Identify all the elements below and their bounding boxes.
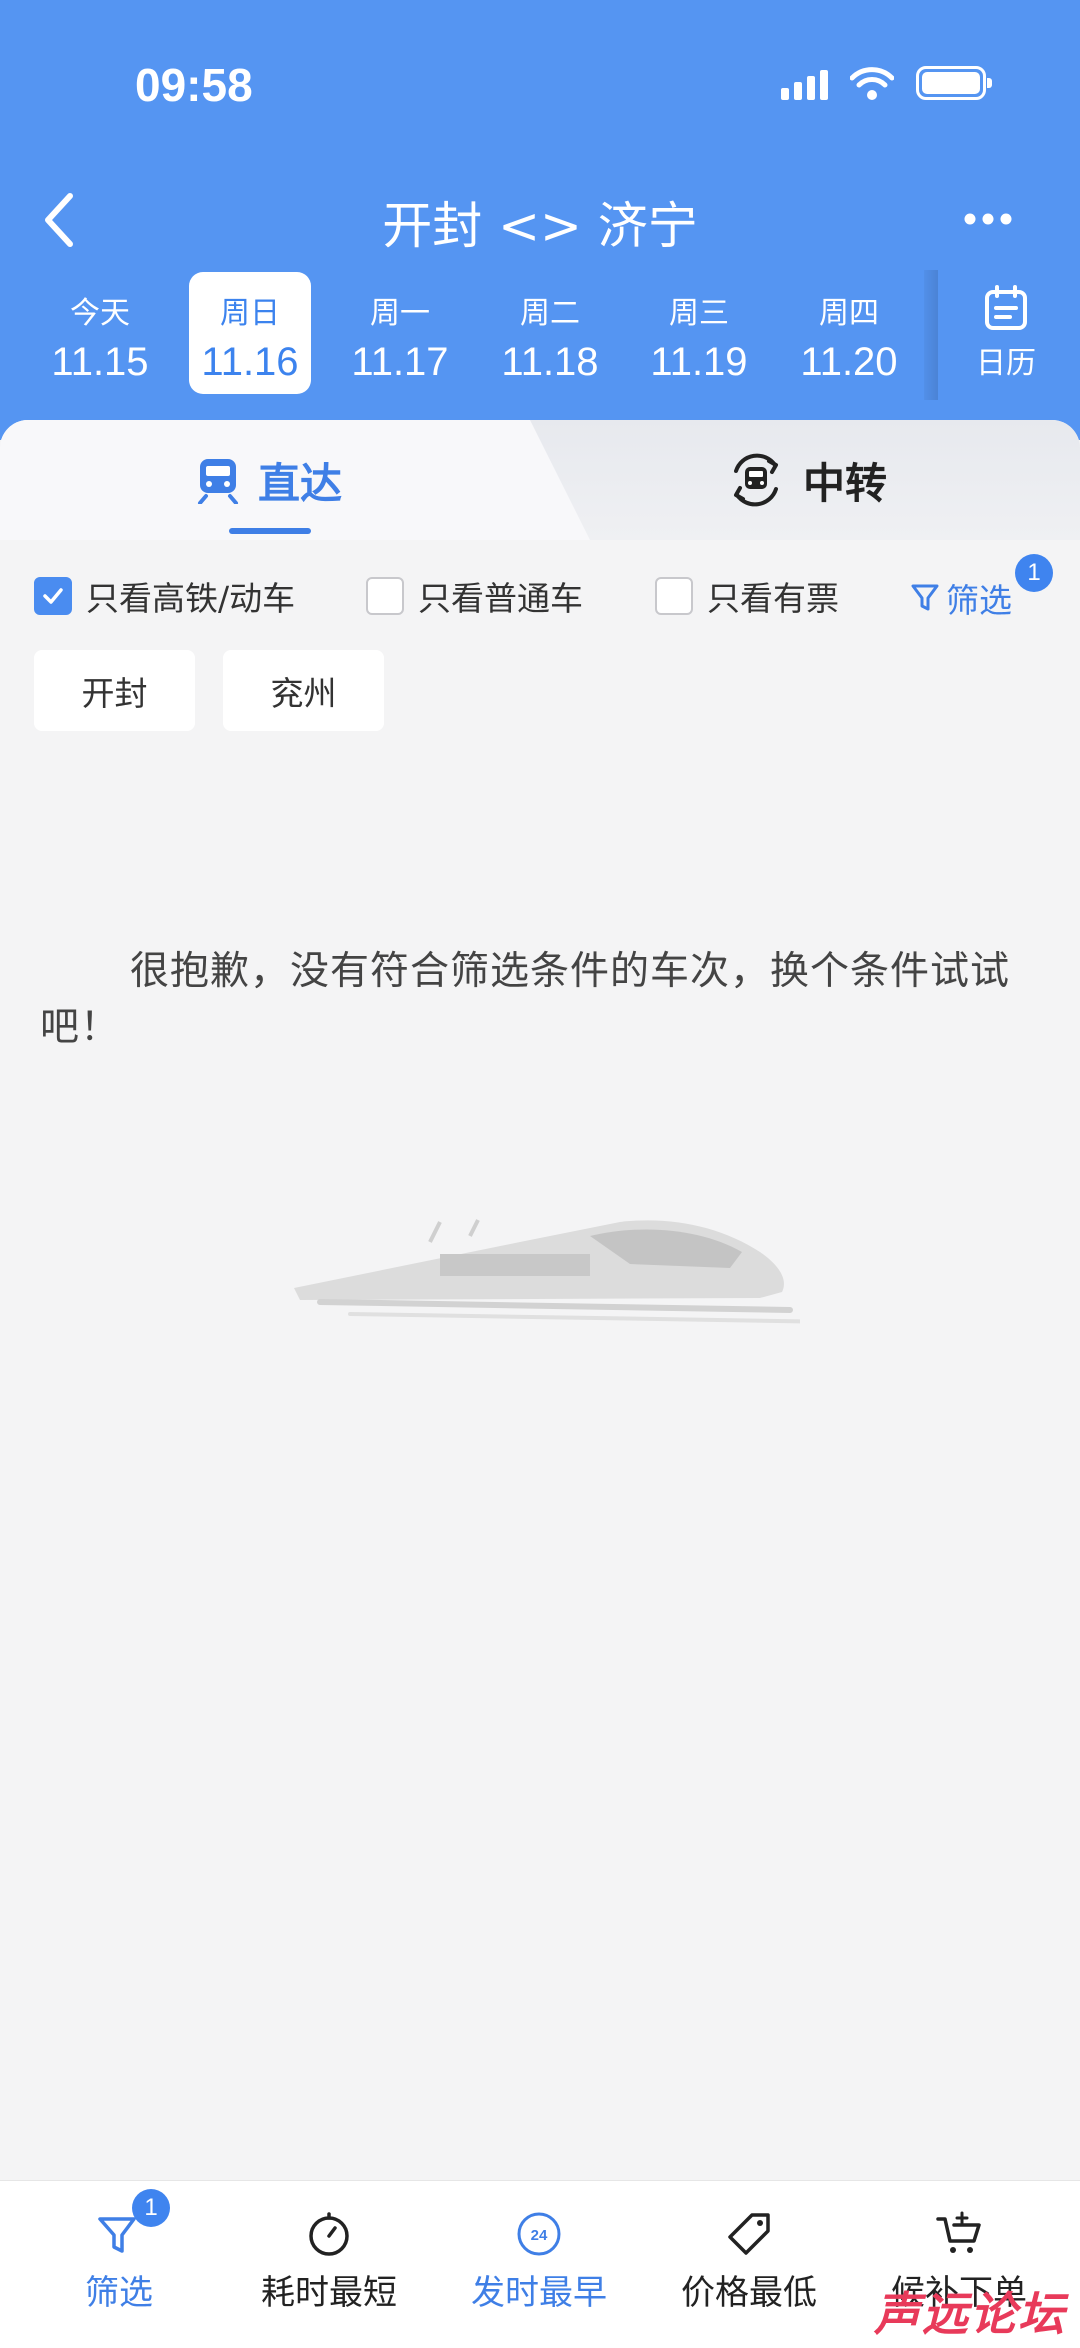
date-value: 11.19	[650, 340, 748, 384]
checkbox-unchecked	[366, 577, 404, 615]
station-chip[interactable]: 开封	[34, 650, 195, 731]
route-tabs: 直达 中转	[0, 420, 1080, 540]
more-icon	[964, 213, 1012, 225]
date-weekday: 周三	[669, 296, 729, 331]
date-weekday: 周二	[520, 296, 580, 331]
date-selector: 今天 11.15 周日 11.16 周一 11.17 周二 11.18 周三 1…	[0, 270, 1080, 400]
status-bar: 09:58	[0, 0, 1080, 170]
high-speed-only-label: 只看高铁/动车	[86, 579, 296, 618]
nav-bar: 开封 <> 济宁	[0, 170, 1080, 270]
sort-shortest-label: 耗时最短	[261, 2273, 397, 2313]
calendar-button[interactable]: 日历	[948, 284, 1064, 394]
sort-cheapest-label: 价格最低	[681, 2273, 817, 2313]
check-icon	[43, 588, 63, 604]
sort-cheapest-button[interactable]: 价格最低	[644, 2181, 854, 2348]
high-speed-only-checkbox[interactable]: 只看高铁/动车	[34, 572, 295, 620]
page-title: 开封 <> 济宁	[382, 197, 698, 255]
train-icon	[198, 459, 238, 504]
filter-row: 只看高铁/动车 只看普通车 只看有票 筛选 1	[0, 554, 1080, 640]
status-icons	[781, 66, 992, 100]
bottom-filter-badge: 1	[132, 2189, 170, 2227]
filter-count-badge: 1	[1015, 554, 1053, 592]
checkbox-unchecked	[655, 577, 693, 615]
tickets-available-label: 只看有票	[707, 579, 839, 618]
transfer-train-icon	[734, 453, 778, 507]
train-illustration	[294, 1219, 800, 1324]
bottom-toolbar: 筛选 1 耗时最短 24 发时最早 价格最低 候补下单 声远论坛	[0, 2180, 1080, 2348]
sort-earliest-button[interactable]: 24 发时最早	[434, 2181, 644, 2348]
battery-icon	[916, 66, 992, 100]
sort-earliest-label: 发时最早	[471, 2273, 607, 2313]
empty-state-message: 很抱歉，没有符合筛选条件的车次，换个条件试试吧！	[40, 949, 1011, 1050]
sort-shortest-button[interactable]: 耗时最短	[224, 2181, 434, 2348]
filter-link[interactable]: 筛选	[910, 574, 1012, 622]
date-value: 11.16	[201, 340, 299, 384]
clock-24-icon: 24	[517, 2212, 561, 2256]
date-item-thursday[interactable]: 周四 11.20	[788, 272, 910, 394]
date-item-wednesday[interactable]: 周三 11.19	[638, 272, 760, 394]
date-value: 11.15	[51, 340, 149, 384]
date-value: 11.17	[351, 340, 449, 384]
status-time: 09:58	[135, 59, 253, 111]
forum-watermark: 声远论坛	[874, 2287, 1066, 2341]
price-tag-icon	[728, 2213, 770, 2255]
calendar-label: 日历	[976, 346, 1036, 381]
date-weekday: 周一	[370, 296, 430, 331]
date-weekday: 周四	[819, 296, 879, 331]
station-chip[interactable]: 兖州	[223, 650, 384, 731]
tab-transfer[interactable]: 中转	[727, 420, 887, 540]
date-value: 11.20	[800, 340, 898, 384]
date-weekday: 周日	[220, 296, 280, 331]
main-content: 直达 中转 只看高铁/动车 只看普通车 只看有票 筛选 1 开封 兖州 很抱歉，…	[0, 420, 1080, 2180]
date-weekday: 今天	[70, 296, 130, 331]
date-item-sunday[interactable]: 周日 11.16	[189, 272, 311, 394]
clock-24-text: 24	[531, 2227, 548, 2244]
normal-train-only-checkbox[interactable]: 只看普通车	[366, 572, 583, 620]
bottom-filter-label: 筛选	[85, 2273, 153, 2313]
date-item-tuesday[interactable]: 周二 11.18	[489, 272, 611, 394]
station-chips: 开封 兖州	[34, 650, 384, 731]
tickets-available-checkbox[interactable]: 只看有票	[655, 572, 839, 620]
date-value: 11.18	[501, 340, 599, 384]
cart-add-icon	[936, 2211, 981, 2253]
tab-active-indicator	[229, 528, 311, 534]
wifi-icon	[850, 67, 894, 100]
date-item-today[interactable]: 今天 11.15	[39, 272, 161, 394]
stopwatch-icon	[309, 2212, 349, 2256]
tab-direct-label: 直达	[258, 458, 343, 508]
calendar-icon	[985, 285, 1027, 330]
signal-icon	[781, 66, 828, 100]
filter-link-label: 筛选	[946, 581, 1012, 620]
tab-direct[interactable]: 直达	[196, 420, 342, 540]
normal-train-only-label: 只看普通车	[418, 579, 583, 618]
checkbox-checked	[34, 577, 72, 615]
date-scroll-fade	[924, 270, 938, 400]
date-item-monday[interactable]: 周一 11.17	[339, 272, 461, 394]
tab-transfer-label: 中转	[803, 458, 888, 508]
bottom-filter-button[interactable]: 筛选 1	[14, 2181, 224, 2348]
more-button[interactable]	[948, 194, 1028, 244]
filter-icon	[911, 584, 939, 611]
